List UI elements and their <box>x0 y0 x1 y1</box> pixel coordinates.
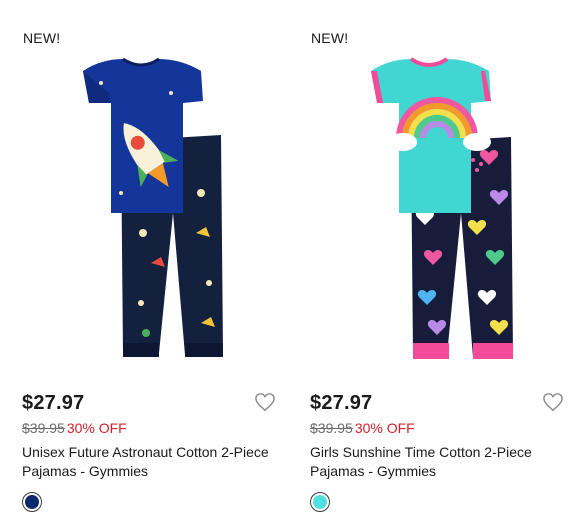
original-price: $39.95 <box>22 420 65 436</box>
discount-label: 30% OFF <box>354 420 415 436</box>
sunshine-pajamas-image <box>371 56 513 359</box>
heart-outline-icon <box>543 393 563 412</box>
product-card: NEW! <box>22 0 290 518</box>
color-swatch[interactable] <box>310 492 330 512</box>
color-swatch[interactable] <box>22 492 42 512</box>
product-title-link[interactable]: Unisex Future Astronaut Cotton 2-Piece P… <box>22 443 288 481</box>
sale-price: $27.97 <box>310 392 373 414</box>
favorite-button[interactable] <box>542 392 564 412</box>
original-price: $39.95 <box>310 420 353 436</box>
astronaut-pajamas-image <box>83 57 223 357</box>
price-line: $39.95 30% OFF <box>310 420 415 436</box>
product-image[interactable] <box>22 50 290 375</box>
discount-label: 30% OFF <box>66 420 127 436</box>
heart-outline-icon <box>255 393 275 412</box>
product-grid: NEW! $27.97 $39.95 30% OFF Unisex Future… <box>0 0 574 518</box>
price-line: $39.95 30% OFF <box>22 420 127 436</box>
product-image[interactable] <box>310 50 574 375</box>
sale-price: $27.97 <box>22 392 85 414</box>
new-badge: NEW! <box>311 30 349 46</box>
swatch-dot <box>313 495 327 509</box>
favorite-button[interactable] <box>254 392 276 412</box>
new-badge: NEW! <box>23 30 61 46</box>
product-title-link[interactable]: Girls Sunshine Time Cotton 2-Piece Pajam… <box>310 443 574 481</box>
product-card: NEW! <box>310 0 574 518</box>
swatch-dot <box>25 495 39 509</box>
